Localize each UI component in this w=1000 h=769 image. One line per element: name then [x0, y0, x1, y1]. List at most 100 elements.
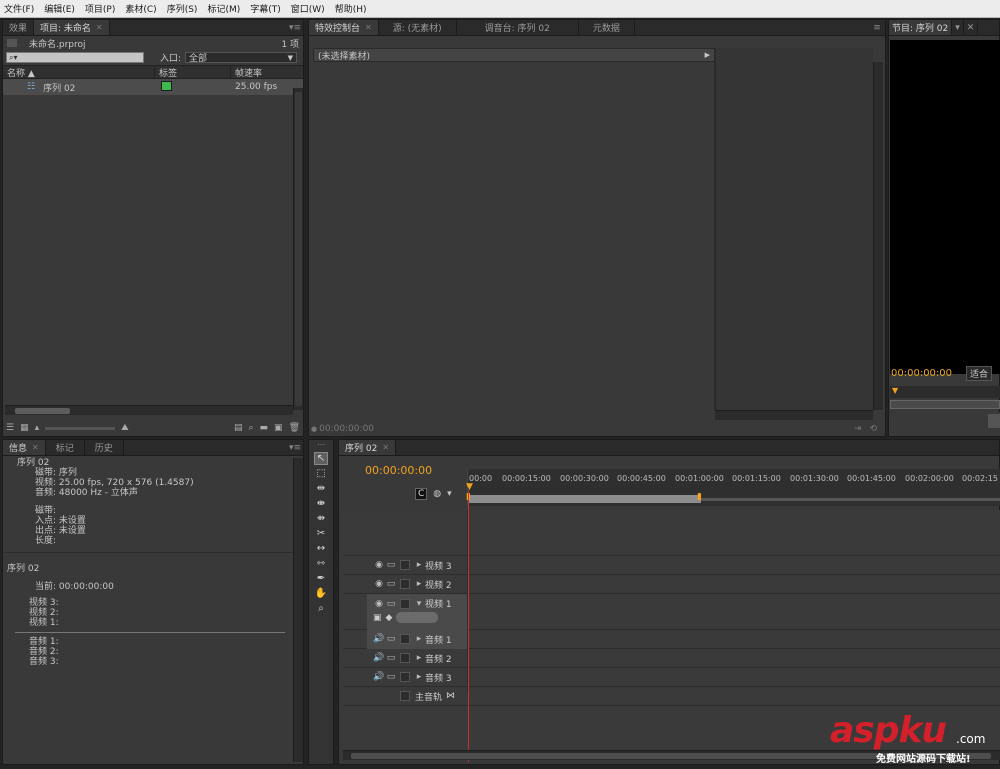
rate-stretch-tool-icon[interactable]: ⇻	[314, 512, 328, 525]
lock-toggle-icon[interactable]: ▭	[385, 599, 397, 609]
expand-right-icon[interactable]: ▸	[413, 653, 425, 663]
slide-tool-icon[interactable]: ⇿	[314, 557, 328, 570]
menu-help[interactable]: 帮助(H)	[335, 2, 367, 15]
lock-toggle-icon[interactable]: ▭	[385, 560, 397, 570]
selection-tool-icon[interactable]: ↖	[314, 452, 328, 465]
menu-window[interactable]: 窗口(W)	[291, 2, 325, 15]
rolling-edit-tool-icon[interactable]: ⇼	[314, 497, 328, 510]
transport-button[interactable]	[988, 414, 1000, 428]
keyframe-icon[interactable]: ◆	[386, 613, 393, 623]
tab-project[interactable]: 项目: 未命名 ✕	[34, 20, 110, 35]
track-toggle[interactable]	[400, 634, 410, 644]
column-name[interactable]: 名称 ▲	[3, 65, 155, 79]
expand-down-icon[interactable]: ▾	[413, 599, 425, 609]
razor-tool-icon[interactable]: ✂	[314, 527, 328, 540]
effect-timecode[interactable]: 00:00:00:00	[319, 424, 374, 434]
zoom-in-icon[interactable]: ⛰	[121, 423, 129, 433]
pen-tool-icon[interactable]: ✒	[314, 572, 328, 585]
expand-right-icon[interactable]: ▸	[413, 672, 425, 682]
tab-markers[interactable]: 标记	[46, 440, 85, 455]
lock-toggle-icon[interactable]: ▭	[385, 672, 397, 682]
menu-file[interactable]: 文件(F)	[4, 2, 34, 15]
tab-program[interactable]: 节目: 序列 02	[889, 20, 953, 35]
keyframe-nav[interactable]	[396, 612, 439, 623]
new-bin-icon[interactable]: ▬	[260, 423, 269, 433]
column-fps[interactable]: 帧速率	[231, 66, 291, 79]
panel-menu-icon[interactable]: ▾≡	[287, 20, 303, 35]
menu-edit[interactable]: 编辑(E)	[44, 2, 75, 15]
fit-select[interactable]: 适合	[966, 365, 993, 381]
track-toggle[interactable]	[400, 653, 410, 663]
track-video-1[interactable]: ◉ ▭ ▾ 视频 1 ▣ ◆	[343, 594, 1000, 630]
column-label[interactable]: 标签	[155, 65, 231, 79]
program-dropdown-icon[interactable]: ▾	[952, 20, 964, 35]
menu-title[interactable]: 字幕(T)	[250, 2, 281, 15]
export-icon[interactable]: ⇥	[854, 424, 862, 434]
program-zoom-bar[interactable]	[890, 400, 1000, 409]
track-toggle[interactable]	[400, 579, 410, 589]
track-audio-2[interactable]: 🔊 ▭ ▸ 音频 2	[343, 649, 1000, 668]
track-select-tool-icon[interactable]: ⬚	[314, 467, 328, 480]
close-icon[interactable]: ✕	[32, 443, 39, 452]
track-toggle[interactable]	[400, 560, 410, 570]
track-toggle[interactable]	[400, 672, 410, 682]
expand-right-icon[interactable]: ▸	[413, 579, 425, 589]
menu-clip[interactable]: 素材(C)	[125, 2, 156, 15]
close-icon[interactable]: ✕	[365, 23, 372, 32]
new-item-icon[interactable]: ▣	[274, 423, 283, 433]
zoom-slider[interactable]	[45, 426, 116, 430]
list-view-icon[interactable]: ☰	[6, 423, 14, 433]
master-volume-icon[interactable]: ⋈	[446, 691, 455, 701]
zoom-out-icon[interactable]: ▴	[35, 423, 40, 433]
project-item-row[interactable]: ☷ 序列 02 25.00 fps	[3, 79, 303, 95]
automate-icon[interactable]: ▤	[234, 423, 243, 433]
eye-icon[interactable]: ◉	[373, 560, 385, 570]
track-master[interactable]: 主音轨 ⋈	[343, 687, 1000, 706]
expand-right-icon[interactable]: ▶	[705, 51, 710, 59]
speaker-icon[interactable]: 🔊	[373, 672, 385, 682]
tab-source[interactable]: 源: (无素材)	[379, 20, 457, 35]
menu-sequence[interactable]: 序列(S)	[167, 2, 198, 15]
tab-effects[interactable]: 效果	[3, 20, 35, 35]
tab-metadata[interactable]: 元数据	[579, 20, 635, 35]
display-style-icon[interactable]: ▣	[373, 613, 382, 623]
eye-icon[interactable]: ◉	[373, 599, 385, 609]
scroll-thumb-h[interactable]	[15, 408, 70, 414]
program-timecode[interactable]: 00:00:00:00	[891, 368, 952, 379]
panel-menu-icon[interactable]: ▾≡	[287, 440, 303, 455]
menu-marker[interactable]: 标记(M)	[207, 2, 240, 15]
speaker-icon[interactable]: 🔊	[373, 653, 385, 663]
track-toggle[interactable]	[400, 691, 410, 701]
info-vscroll[interactable]	[293, 458, 303, 762]
effect-hscroll[interactable]	[715, 410, 873, 420]
track-audio-3[interactable]: 🔊 ▭ ▸ 音频 3	[343, 668, 1000, 687]
track-audio-1[interactable]: 🔊 ▭ ▸ 音频 1	[343, 630, 1000, 649]
tab-audio-mixer[interactable]: 调音台: 序列 02	[457, 20, 579, 35]
project-vscroll[interactable]	[293, 88, 303, 410]
speaker-icon[interactable]: 🔊	[373, 634, 385, 644]
expand-right-icon[interactable]: ▸	[413, 560, 425, 570]
label-color-swatch[interactable]	[161, 80, 172, 91]
slip-tool-icon[interactable]: ↔	[314, 542, 328, 555]
track-toggle[interactable]	[400, 598, 410, 609]
zoom-tool-icon[interactable]: ⌕	[314, 602, 328, 615]
expand-right-icon[interactable]: ▸	[413, 634, 425, 644]
close-icon[interactable]: ✕	[964, 20, 979, 35]
ripple-edit-tool-icon[interactable]: ⇹	[314, 482, 328, 495]
scroll-thumb[interactable]	[295, 92, 302, 406]
tab-sequence[interactable]: 序列 02 ✕	[339, 440, 397, 455]
icon-view-icon[interactable]: ▦	[20, 423, 29, 433]
lock-toggle-icon[interactable]: ▭	[385, 579, 397, 589]
work-area-bar[interactable]	[469, 495, 701, 503]
close-icon[interactable]: ✕	[96, 23, 103, 32]
close-icon[interactable]: ✕	[382, 443, 389, 452]
track-video-3[interactable]: ◉ ▭ ▸ 视频 3	[343, 556, 1000, 575]
add-marker-icon[interactable]: ▾	[447, 489, 452, 499]
program-video-display[interactable]	[890, 40, 1000, 374]
entry-select[interactable]: 全部 ▼	[185, 52, 298, 64]
tab-history[interactable]: 历史	[85, 440, 124, 455]
tab-effect-controls[interactable]: 特效控制台 ✕	[309, 20, 379, 35]
hand-tool-icon[interactable]: ✋	[314, 587, 328, 600]
lock-toggle-icon[interactable]: ▭	[385, 653, 397, 663]
effect-vscroll[interactable]	[873, 62, 883, 410]
